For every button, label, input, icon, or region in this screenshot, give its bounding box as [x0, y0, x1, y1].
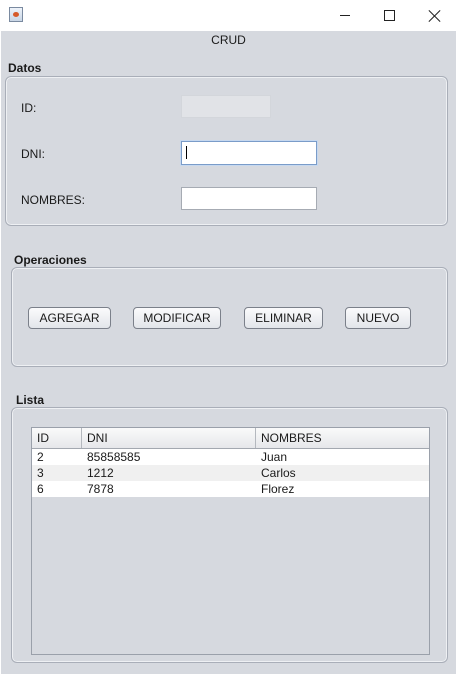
- close-icon: [429, 10, 441, 22]
- nombres-field[interactable]: [181, 187, 317, 210]
- agregar-button[interactable]: AGREGAR: [28, 307, 111, 329]
- nombres-label: NOMBRES:: [21, 193, 86, 207]
- datos-section-title: Datos: [8, 61, 42, 75]
- cell-nombres: Juan: [261, 450, 288, 464]
- column-header-dni[interactable]: DNI: [82, 428, 256, 448]
- cell-dni: 1212: [87, 466, 114, 480]
- form-title: CRUD: [211, 33, 246, 47]
- table-header: ID DNI NOMBRES: [32, 428, 429, 449]
- id-label: ID:: [21, 101, 37, 115]
- table-row[interactable]: 3 1212 Carlos: [32, 465, 429, 481]
- minimize-icon: [339, 15, 350, 16]
- operaciones-section-title: Operaciones: [14, 253, 87, 267]
- table-row[interactable]: 2 85858585 Juan: [32, 449, 429, 465]
- maximize-button[interactable]: [367, 0, 412, 31]
- minimize-button[interactable]: [322, 0, 367, 31]
- dni-field[interactable]: [181, 141, 317, 165]
- column-header-nombres[interactable]: NOMBRES: [256, 428, 429, 448]
- nuevo-button[interactable]: NUEVO: [345, 307, 411, 329]
- modificar-button[interactable]: MODIFICAR: [133, 307, 221, 329]
- lista-section-title: Lista: [16, 393, 45, 407]
- eliminar-button[interactable]: ELIMINAR: [244, 307, 323, 329]
- table-body: 2 85858585 Juan 3 1212 Carlos 6 7878 Flo…: [32, 449, 429, 497]
- cell-nombres: Carlos: [261, 466, 296, 480]
- java-app-icon: [9, 7, 23, 22]
- text-caret: [186, 146, 187, 159]
- id-field: [181, 95, 271, 118]
- cell-id: 2: [37, 450, 44, 464]
- cell-id: 3: [37, 466, 44, 480]
- window-content: CRUD Datos ID: DNI: NOMBRES: Operaciones…: [1, 31, 456, 674]
- title-bar: [0, 0, 457, 31]
- cell-dni: 7878: [87, 482, 114, 496]
- column-header-id[interactable]: ID: [32, 428, 82, 448]
- close-button[interactable]: [412, 0, 457, 31]
- records-table[interactable]: ID DNI NOMBRES 2 85858585 Juan 3 1212 Ca…: [31, 427, 430, 655]
- maximize-icon: [384, 10, 395, 21]
- table-row[interactable]: 6 7878 Florez: [32, 481, 429, 497]
- cell-nombres: Florez: [261, 482, 295, 496]
- dni-label: DNI:: [21, 147, 45, 161]
- cell-id: 6: [37, 482, 44, 496]
- cell-dni: 85858585: [87, 450, 141, 464]
